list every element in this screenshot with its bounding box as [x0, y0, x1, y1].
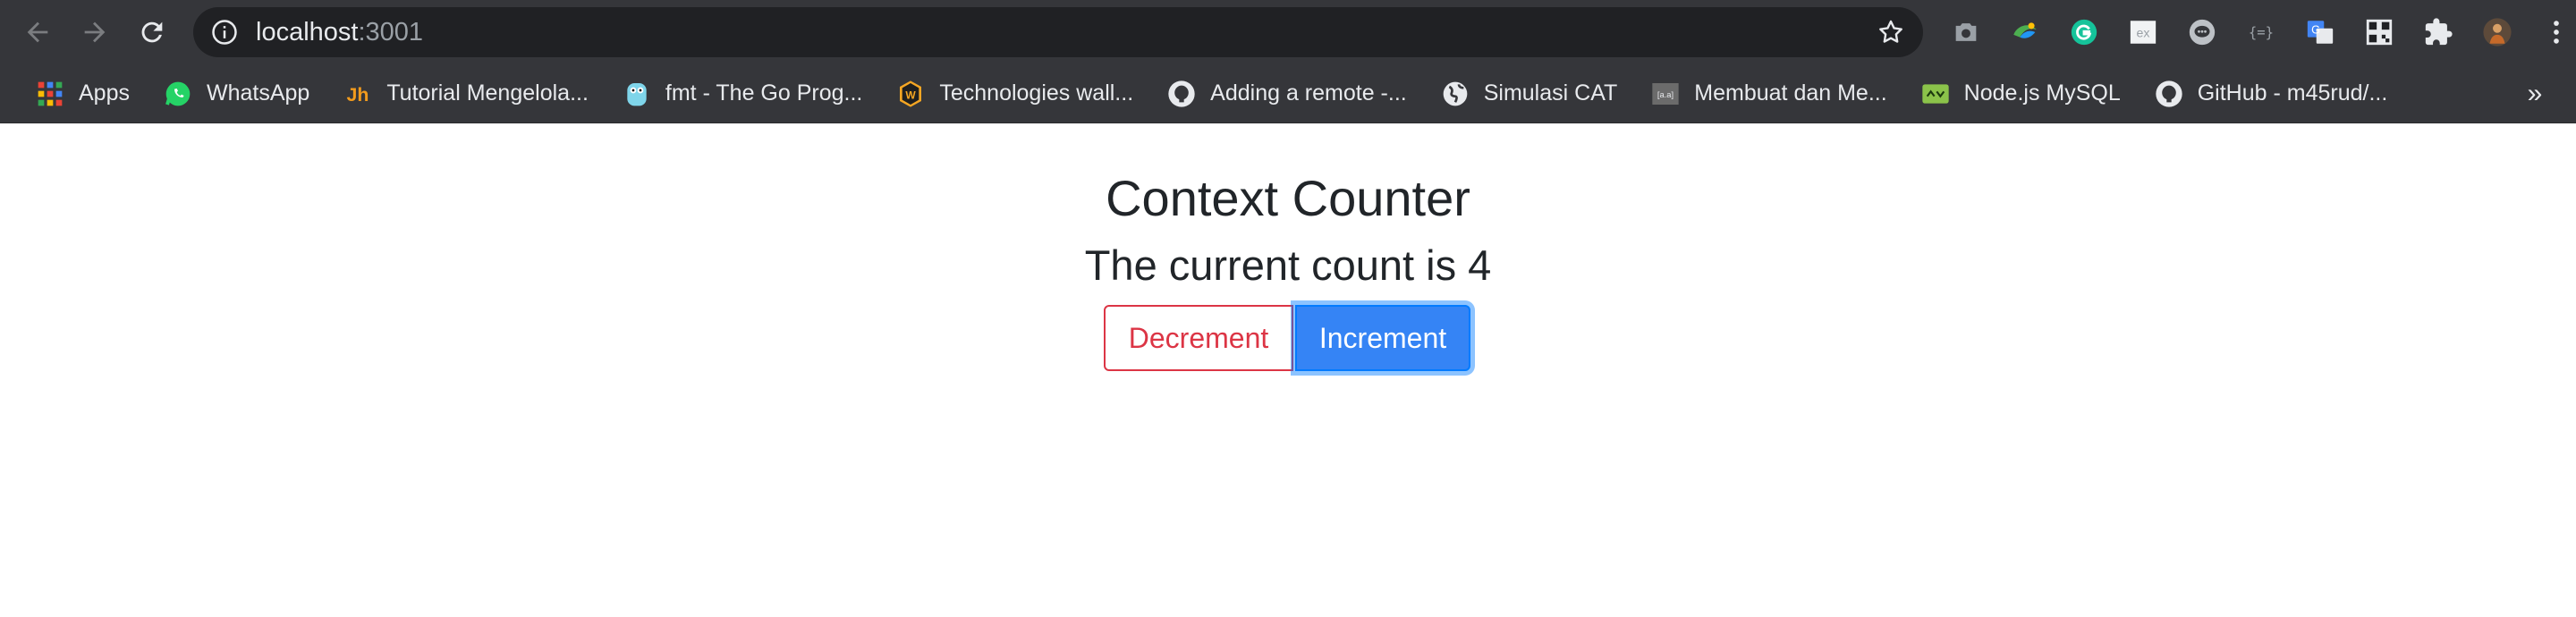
reload-icon	[141, 21, 163, 43]
globe-icon	[1443, 81, 1468, 106]
w-badge-icon: W	[900, 80, 922, 107]
info-icon[interactable]	[211, 19, 238, 46]
qr-code-icon	[2366, 19, 2393, 46]
increment-button[interactable]: Increment	[1295, 305, 1470, 371]
bookmark-whatsapp[interactable]: WhatsApp	[151, 72, 322, 116]
grammarly-icon	[2071, 19, 2097, 46]
extension-chat[interactable]	[2177, 7, 2227, 57]
decrement-button[interactable]: Decrement	[1104, 305, 1293, 371]
arrow-left-icon	[27, 21, 48, 43]
kebab-menu-icon	[2554, 21, 2559, 44]
extension-translate[interactable]: G	[2295, 7, 2345, 57]
count-display: The current count is 4	[1084, 241, 1492, 289]
back-button[interactable]	[13, 7, 63, 57]
go-gopher-icon	[627, 82, 647, 106]
bookmark-label: GitHub - m45rud/...	[2197, 80, 2388, 106]
url-port: :3001	[358, 17, 424, 46]
forward-button[interactable]	[70, 7, 120, 57]
braces-icon: {=}	[2249, 25, 2274, 41]
svg-text:[a.a]: [a.a]	[1657, 90, 1674, 99]
github-icon	[1168, 80, 1195, 107]
color-wheel-icon	[2013, 22, 2037, 38]
apps-grid-icon	[38, 81, 63, 106]
jh-logo-icon: Jh	[347, 84, 369, 106]
extension-colorful[interactable]	[2000, 7, 2050, 57]
counter-button-group: Decrement Increment	[1104, 305, 1470, 371]
bookmark-label: Tutorial Mengelola...	[386, 80, 589, 106]
bookmark-label: Membuat dan Me...	[1694, 80, 1887, 106]
extension-camera[interactable]	[1941, 7, 1991, 57]
bookmark-label: fmt - The Go Prog...	[665, 80, 863, 106]
bookmarks-bar: Apps WhatsApp Jh Tutorial Mengelola... f…	[0, 64, 2576, 123]
bookmark-tutorial[interactable]: Jh Tutorial Mengelola...	[331, 72, 601, 116]
browser-toolbar: localhost:3001 ex {=} G	[0, 0, 2576, 64]
bookmark-nodejs-mysql[interactable]: Node.js MySQL	[1909, 72, 2133, 116]
extension-grammarly[interactable]	[2059, 7, 2109, 57]
site-favicon-icon: [a.a]	[1652, 82, 1679, 105]
chrome-menu-button[interactable]	[2531, 7, 2576, 57]
bookmark-star-icon[interactable]	[1877, 18, 1905, 46]
bookmark-apps[interactable]: Apps	[23, 72, 142, 116]
bookmark-adding-remote[interactable]: Adding a remote -...	[1155, 72, 1419, 116]
bookmark-github-m45rud[interactable]: GitHub - m45rud/...	[2142, 72, 2401, 116]
bookmark-membuat[interactable]: [a.a] Membuat dan Me...	[1639, 72, 1899, 116]
bookmark-simulasi-cat[interactable]: Simulasi CAT	[1428, 72, 1631, 116]
bookmark-label: Technologies wall...	[939, 80, 1134, 106]
page-title: Context Counter	[1106, 170, 1470, 226]
bookmark-technologies[interactable]: W Technologies wall...	[884, 72, 1146, 116]
reload-button[interactable]	[127, 7, 177, 57]
extensions-menu-button[interactable]	[2413, 7, 2463, 57]
svg-text:W: W	[906, 89, 917, 101]
github-icon	[2156, 80, 2182, 107]
whatsapp-icon	[165, 81, 191, 106]
svg-text:ex: ex	[2137, 27, 2150, 41]
bookmark-label: WhatsApp	[206, 80, 310, 106]
page-content: Context Counter The current count is 4 D…	[0, 124, 2576, 617]
extension-ex[interactable]: ex	[2118, 7, 2168, 57]
bookmark-label: Node.js MySQL	[1963, 80, 2121, 106]
bookmarks-overflow-button[interactable]: »	[2517, 77, 2553, 113]
extensions-area: ex {=} G	[1941, 7, 2567, 57]
extension-json[interactable]: {=}	[2236, 7, 2286, 57]
avatar-icon	[2483, 18, 2512, 46]
nodejs-icon	[1922, 83, 1949, 104]
svg-text:G: G	[2311, 22, 2320, 36]
profile-button[interactable]	[2472, 7, 2522, 57]
arrow-right-icon	[84, 21, 106, 43]
ex-badge-icon: ex	[2130, 21, 2157, 44]
svg-text:{=}: {=}	[2249, 25, 2274, 41]
bookmark-go-fmt[interactable]: fmt - The Go Prog...	[610, 72, 875, 116]
url-text[interactable]: localhost:3001	[256, 18, 423, 47]
puzzle-icon	[2425, 18, 2453, 46]
camera-icon	[1955, 23, 1977, 41]
url-host: localhost	[256, 17, 359, 46]
translate-icon: G	[2307, 21, 2334, 44]
extension-qr[interactable]	[2354, 7, 2404, 57]
bookmark-label: Simulasi CAT	[1483, 80, 1618, 106]
chat-bubble-icon	[2189, 19, 2216, 46]
address-bar[interactable]: localhost:3001	[193, 7, 1923, 57]
bookmark-label: Apps	[79, 80, 130, 106]
svg-text:Jh: Jh	[347, 84, 369, 106]
bookmark-label: Adding a remote -...	[1210, 80, 1407, 106]
